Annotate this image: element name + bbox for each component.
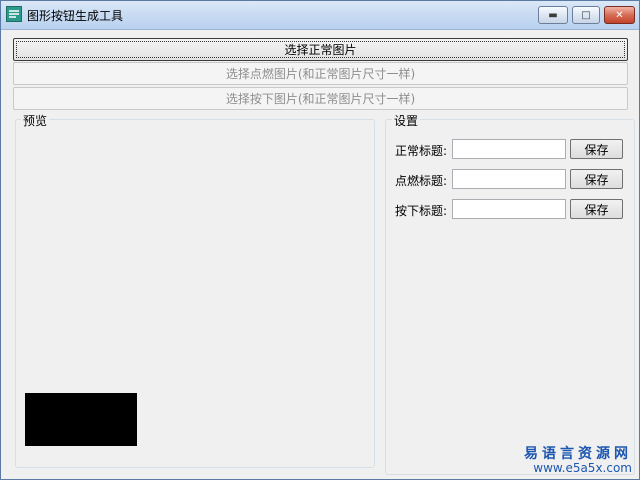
save-pressed-title-label: 保存	[584, 202, 609, 217]
preview-group-label: 预览	[21, 112, 50, 129]
preview-image	[25, 393, 137, 446]
preview-group: 预览	[15, 112, 375, 468]
select-hover-image-label: 选择点燃图片(和正常图片尺寸一样)	[225, 67, 416, 81]
client-area: 选择正常图片 选择点燃图片(和正常图片尺寸一样) 选择按下图片(和正常图片尺寸一…	[1, 30, 639, 479]
save-hover-title-button[interactable]: 保存	[570, 169, 623, 189]
hover-title-input[interactable]	[452, 169, 566, 189]
save-hover-title-label: 保存	[584, 172, 609, 187]
watermark-title: 易语言资源网	[524, 446, 632, 462]
pressed-title-input[interactable]	[452, 199, 566, 219]
save-normal-title-button[interactable]: 保存	[570, 139, 623, 159]
maximize-button[interactable]: □	[572, 6, 600, 24]
app-icon	[6, 6, 22, 22]
app-window: 图形按钮生成工具 ▬ □ ✕ 选择正常图片 选择点燃图片(和正常图片尺寸一样) …	[0, 0, 640, 480]
pressed-title-label: 按下标题:	[395, 204, 448, 218]
select-pressed-image-label: 选择按下图片(和正常图片尺寸一样)	[225, 92, 416, 106]
normal-title-input[interactable]	[452, 139, 566, 159]
settings-group: 设置 正常标题: 保存 点燃标题: 保存 按下标题: 保存	[385, 112, 635, 475]
window-title: 图形按钮生成工具	[27, 9, 124, 23]
normal-title-label: 正常标题:	[395, 144, 448, 158]
settings-group-label: 设置	[392, 112, 421, 129]
select-pressed-image-button[interactable]: 选择按下图片(和正常图片尺寸一样)	[13, 87, 628, 110]
hover-title-label: 点燃标题:	[395, 174, 448, 188]
title-bar[interactable]: 图形按钮生成工具 ▬ □ ✕	[1, 1, 639, 30]
minimize-button[interactable]: ▬	[538, 6, 568, 24]
select-normal-image-button[interactable]: 选择正常图片	[13, 38, 628, 61]
minimize-icon: ▬	[548, 9, 558, 21]
save-pressed-title-button[interactable]: 保存	[570, 199, 623, 219]
watermark-url: www.e5a5x.com	[533, 461, 632, 475]
select-hover-image-button[interactable]: 选择点燃图片(和正常图片尺寸一样)	[13, 62, 628, 85]
select-normal-image-label: 选择正常图片	[284, 43, 357, 57]
save-normal-title-label: 保存	[584, 142, 609, 157]
close-icon: ✕	[615, 9, 624, 21]
maximize-icon: □	[581, 9, 591, 21]
close-button[interactable]: ✕	[604, 6, 635, 24]
